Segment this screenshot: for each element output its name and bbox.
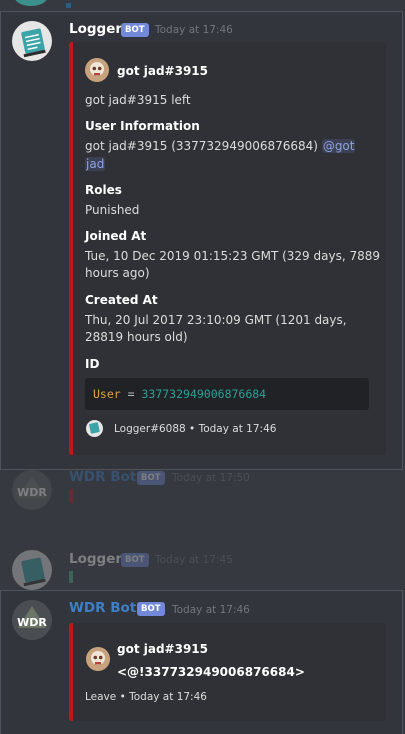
embed-title-line1: got jad#3915 — [117, 642, 209, 656]
embed-leave: got jad#3915 <@!337732949006876684> Leav… — [69, 623, 386, 721]
wdr-avatar[interactable]: WDR — [12, 470, 52, 510]
code-eq: = — [120, 387, 142, 401]
footer-icon — [86, 420, 103, 437]
field-value-roles: Punished — [85, 203, 140, 217]
author-name[interactable]: WDR Bot — [69, 469, 136, 485]
field-value-created-at-line1: Thu, 20 Jul 2017 23:10:09 GMT (1201 days… — [85, 313, 347, 327]
field-name-user-information: User Information — [85, 119, 200, 133]
field-value-joined-at-line2: hours ago) — [85, 266, 150, 280]
wdr-logo-icon: WDR — [12, 600, 52, 640]
user-info-text: got jad#3915 (337732949006876684) — [85, 139, 318, 153]
author-name[interactable]: Logger — [69, 551, 122, 567]
field-value-joined-at-line1: Tue, 10 Dec 2019 01:15:23 GMT (329 days,… — [85, 249, 380, 263]
author-name[interactable]: Logger — [69, 21, 122, 37]
previous-marker — [66, 3, 71, 8]
timestamp: Today at 17:45 — [155, 554, 233, 566]
embed-description: got jad#3915 left — [85, 93, 191, 107]
code-key: User — [93, 387, 121, 401]
wdr-logo-text: WDR — [17, 486, 47, 499]
field-value-user-information-wrap: jad — [85, 157, 106, 171]
embed-footer: Logger#6088 • Today at 17:46 — [114, 423, 277, 435]
embed-accent-bar — [69, 571, 73, 583]
wdr-logo-icon: WDR — [12, 470, 52, 510]
field-value-created-at-line2: 28819 hours old) — [85, 330, 188, 344]
bot-tag: BOT — [121, 553, 149, 567]
field-name-roles: Roles — [85, 183, 122, 197]
user-mention[interactable]: @got — [321, 139, 356, 153]
skull-avatar-icon — [85, 58, 109, 82]
logger-avatar[interactable] — [12, 550, 52, 590]
field-name-joined-at: Joined At — [85, 229, 147, 243]
embed-user-left: got jad#3915 got jad#3915 left User Info… — [69, 42, 386, 455]
bot-tag: BOT — [121, 23, 149, 37]
embed-author-name[interactable]: got jad#3915 — [117, 64, 208, 78]
code-line: User = 337732949006876684 — [93, 387, 266, 401]
embed-title-line2: <@!337732949006876684> — [117, 665, 305, 679]
embed-footer: Leave • Today at 17:46 — [85, 691, 207, 703]
embed-accent-bar — [69, 489, 73, 503]
field-name-id: ID — [85, 357, 100, 371]
notepad-icon — [89, 422, 100, 434]
embed-thumbnail[interactable] — [86, 647, 110, 671]
author-name[interactable]: WDR Bot — [69, 600, 136, 616]
logger-avatar[interactable] — [12, 21, 52, 61]
timestamp: Today at 17:46 — [172, 604, 250, 616]
bot-tag: BOT — [137, 471, 165, 485]
timestamp: Today at 17:46 — [155, 24, 233, 36]
embed-author-avatar[interactable] — [85, 58, 109, 82]
field-name-created-at: Created At — [85, 293, 158, 307]
code-value: 337732949006876684 — [141, 387, 267, 401]
id-code-block[interactable]: User = 337732949006876684 — [85, 378, 369, 410]
notepad-icon — [21, 557, 46, 587]
notepad-icon — [12, 21, 52, 61]
field-value-user-information: got jad#3915 (337732949006876684) @got — [85, 139, 356, 153]
wdr-logo-text: WDR — [17, 616, 47, 629]
user-mention-wrap[interactable]: jad — [85, 157, 106, 171]
previous-message-sliver — [0, 0, 405, 8]
previous-avatar — [14, 0, 48, 6]
bot-tag: BOT — [137, 602, 165, 616]
skull-avatar-icon — [86, 647, 110, 671]
timestamp: Today at 17:50 — [172, 472, 250, 484]
wdr-avatar[interactable]: WDR — [12, 600, 52, 640]
